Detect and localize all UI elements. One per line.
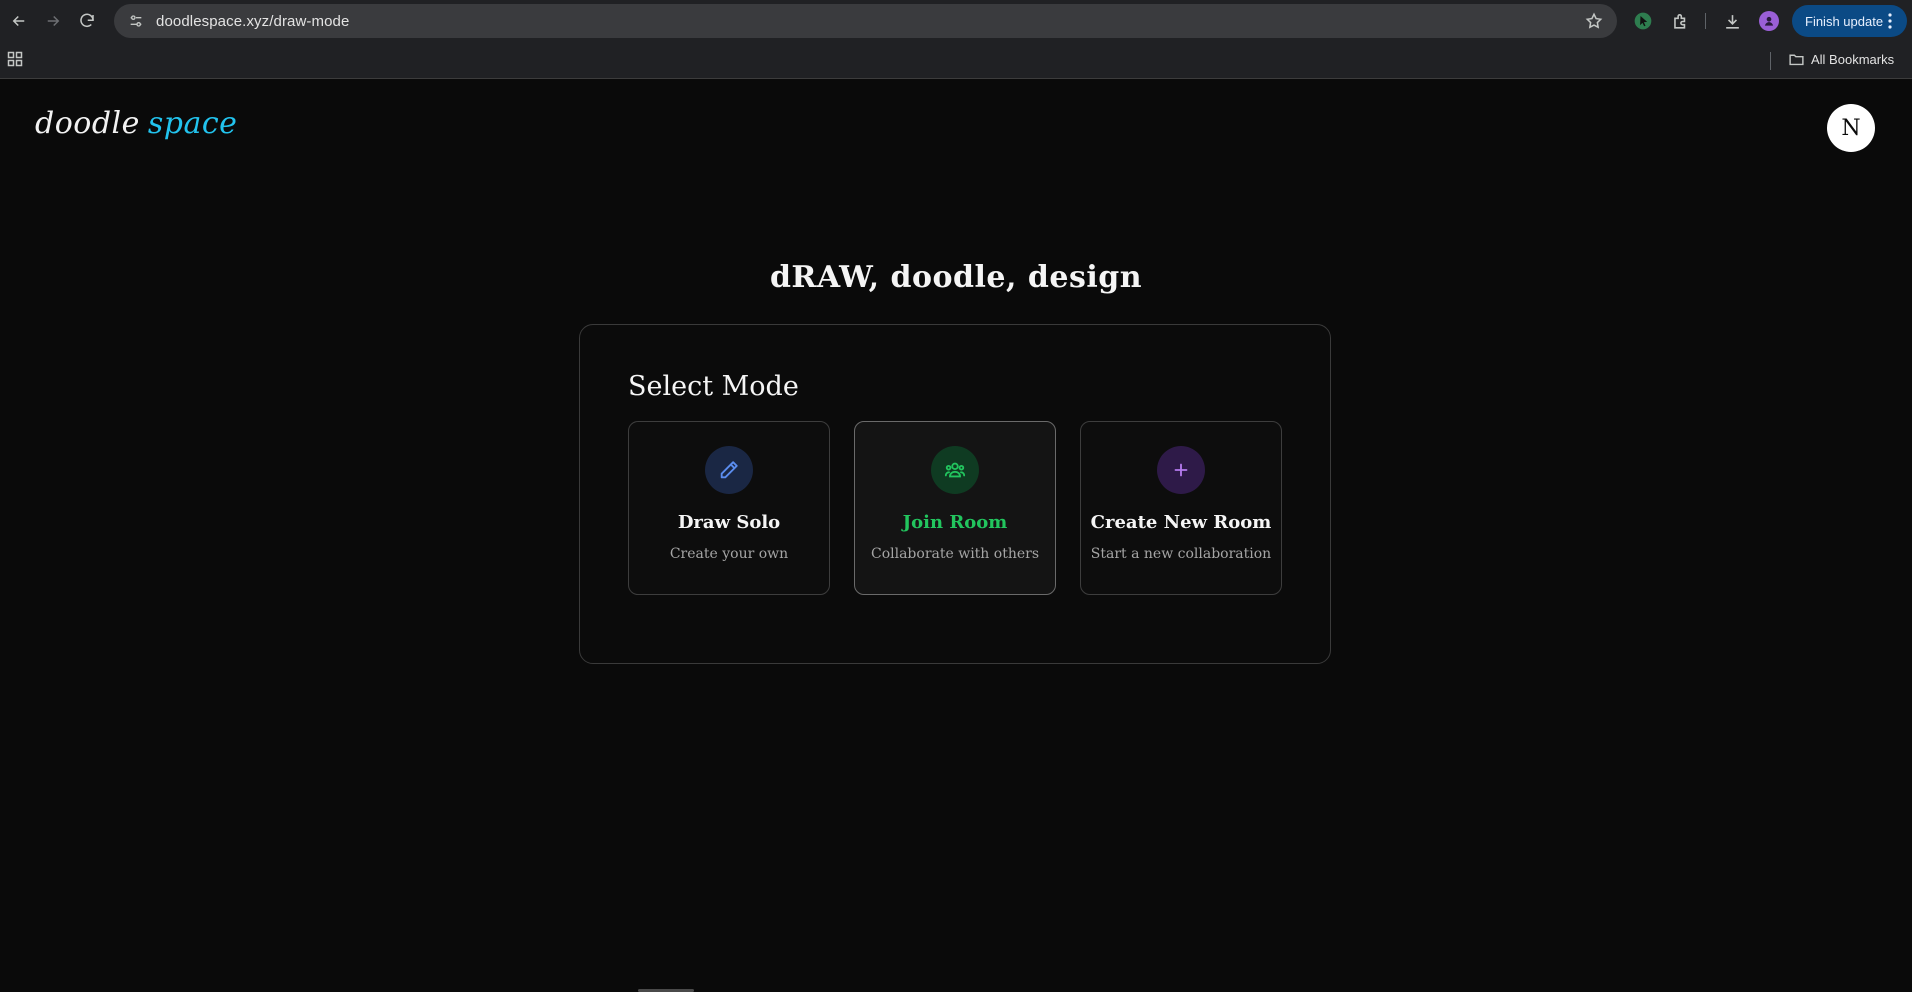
logo-word-doodle: doodle	[35, 106, 140, 141]
download-icon[interactable]	[1722, 11, 1742, 31]
extensions-icon[interactable]	[1670, 11, 1690, 31]
profile-icon[interactable]	[1759, 11, 1779, 31]
pencil-icon	[720, 461, 738, 479]
draw-solo-icon-circle	[705, 446, 753, 494]
create-room-icon-circle	[1157, 446, 1205, 494]
browser-toolbar: doodlespace.xyz/draw-mode Finish update	[0, 0, 1912, 42]
mode-name: Create New Room	[1090, 512, 1272, 533]
mode-description: Create your own	[669, 546, 789, 562]
toolbar-divider	[1705, 13, 1706, 29]
forward-button[interactable]	[38, 6, 68, 36]
site-logo[interactable]: doodle space	[35, 106, 237, 141]
join-room-icon-circle	[931, 446, 979, 494]
all-bookmarks-label: All Bookmarks	[1811, 52, 1895, 67]
hero-headline: dRAW, doodle, design	[769, 260, 1143, 295]
finish-update-label: Finish update	[1805, 13, 1884, 29]
draw-solo-card[interactable]: Draw Solo Create your own	[628, 421, 830, 595]
folder-icon	[1789, 54, 1804, 66]
mode-description: Start a new collaboration	[1090, 546, 1272, 562]
bookmarks-divider	[1770, 52, 1771, 70]
page-content: doodle space N dRAW, doodle, design Selec…	[0, 80, 1912, 992]
url-text[interactable]: doodlespace.xyz/draw-mode	[156, 13, 349, 30]
mode-name: Join Room	[902, 512, 1008, 533]
back-icon	[12, 15, 25, 27]
extension-pointer-icon[interactable]	[1633, 11, 1653, 31]
reload-icon	[80, 13, 94, 28]
all-bookmarks-button[interactable]: All Bookmarks	[1788, 51, 1894, 68]
user-avatar[interactable]: N	[1827, 104, 1875, 152]
finish-update-button[interactable]: Finish update	[1792, 5, 1907, 37]
site-settings-icon[interactable]	[126, 11, 146, 31]
bookmarks-bar: All Bookmarks	[0, 42, 1912, 79]
star-icon[interactable]	[1585, 12, 1603, 30]
back-button[interactable]	[4, 6, 34, 36]
menu-dots-icon[interactable]	[1883, 11, 1897, 31]
mode-panel: Select Mode Draw Solo Create your own Jo…	[579, 324, 1331, 664]
join-room-card[interactable]: Join Room Collaborate with others	[854, 421, 1056, 595]
panel-title: Select Mode	[628, 371, 799, 402]
reload-button[interactable]	[72, 6, 102, 36]
apps-icon[interactable]	[7, 51, 23, 67]
users-icon	[944, 462, 966, 478]
logo-word-space: space	[147, 106, 238, 141]
mode-name: Draw Solo	[677, 512, 781, 533]
forward-icon	[47, 15, 60, 27]
plus-icon	[1174, 463, 1188, 477]
address-bar[interactable]: doodlespace.xyz/draw-mode	[114, 4, 1617, 38]
create-new-room-card[interactable]: Create New Room Start a new collaboratio…	[1080, 421, 1282, 595]
mode-description: Collaborate with others	[870, 546, 1040, 562]
